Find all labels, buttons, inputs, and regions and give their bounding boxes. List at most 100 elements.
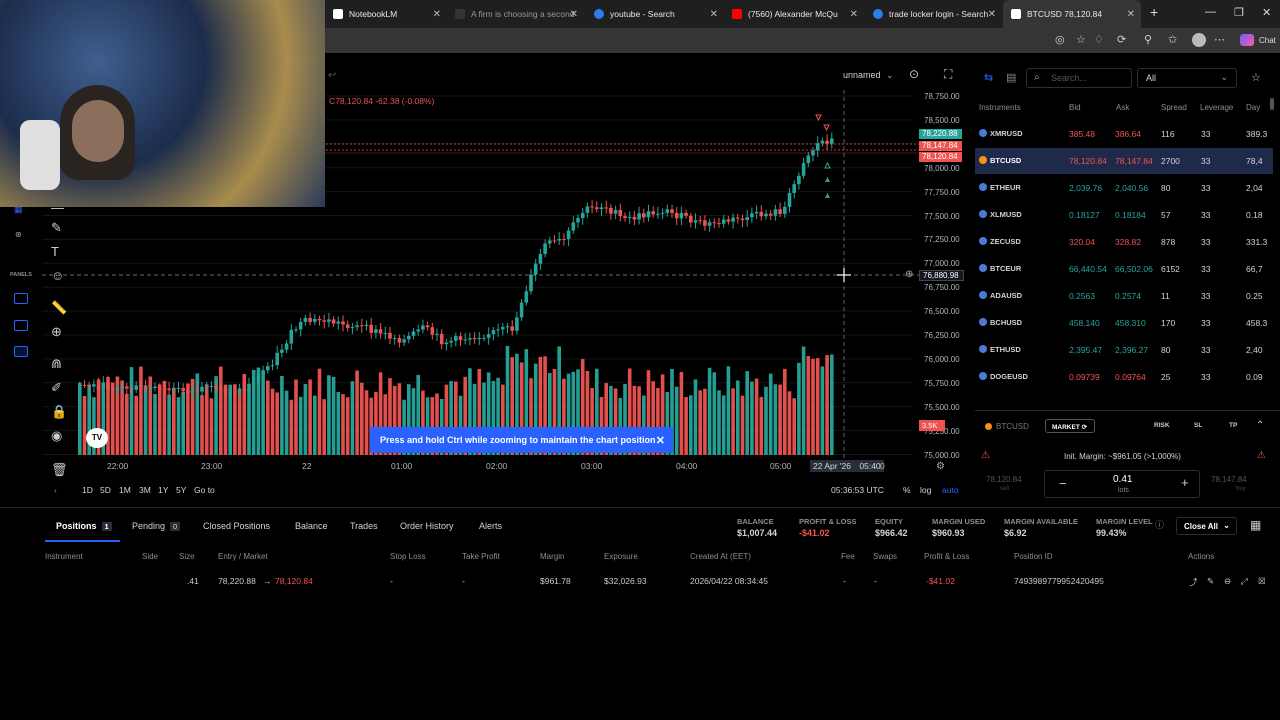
reader-icon[interactable]: ◎ (1055, 33, 1065, 46)
tab-youtube-search[interactable]: youtube - Search ✕ (586, 0, 724, 28)
close-icon[interactable]: ✕ (988, 9, 996, 20)
col-ask[interactable]: Ask (1116, 103, 1129, 112)
instrument-row[interactable]: ETHEUR 2,039.76 2,040.56 80 33 2,04 (975, 175, 1273, 201)
favorites-icon[interactable]: ✩ (1168, 33, 1177, 46)
refresh-icon[interactable]: ⟳ (1117, 33, 1126, 46)
column-header[interactable]: Actions (1188, 552, 1214, 561)
column-header[interactable]: Stop Loss (390, 552, 426, 561)
watchlist-tab-icon[interactable]: ▤ (1006, 71, 1016, 84)
tab-positions[interactable]: Positions 1 (56, 521, 112, 531)
tab-balance[interactable]: Balance (295, 521, 328, 531)
share-icon[interactable]: ⤴ (1189, 576, 1198, 588)
column-header[interactable]: Exposure (604, 552, 638, 561)
minimize-icon[interactable]: — (1205, 6, 1216, 18)
tab-youtube-video[interactable]: (7560) Alexander McQu ✕ (724, 0, 864, 28)
col-day[interactable]: Day (1246, 103, 1260, 112)
close-icon[interactable]: ✕ (570, 9, 578, 20)
close-all-button[interactable]: Close All ⌄ (1176, 517, 1237, 535)
col-leverage[interactable]: Leverage (1200, 103, 1233, 112)
close-icon[interactable]: ✕ (850, 9, 858, 20)
tab-notebooklm[interactable]: NotebookLM ✕ (325, 0, 447, 28)
pen-tool-icon[interactable]: ✎ (51, 220, 62, 236)
tradingview-logo[interactable]: TV (86, 428, 108, 448)
tab-alerts[interactable]: Alerts (479, 521, 502, 531)
buy-price[interactable]: 78,147.84 (1211, 475, 1247, 484)
plus-icon[interactable]: + (1181, 475, 1189, 490)
add-alert-icon[interactable]: ⊕ (905, 269, 913, 280)
column-header[interactable]: Position ID (1014, 552, 1053, 561)
fullscreen-icon[interactable]: ⛶ (944, 67, 952, 82)
col-instruments[interactable]: Instruments (979, 103, 1021, 112)
column-header[interactable]: Size (179, 552, 195, 561)
tab-closed-positions[interactable]: Closed Positions (203, 521, 270, 531)
chart-layout-name[interactable]: unnamed (843, 70, 881, 80)
avatar[interactable] (1192, 33, 1206, 47)
order-type-select[interactable]: MARKET ⟳ (1045, 419, 1095, 433)
zoom-in-icon[interactable]: ⊕ (51, 324, 62, 340)
range-1m[interactable]: 1M (119, 485, 131, 495)
ruler-tool-icon[interactable]: 📏 (51, 300, 67, 316)
chat-label[interactable]: Chat (1259, 36, 1276, 45)
log-scale-toggle[interactable]: log (920, 485, 931, 495)
instrument-row[interactable]: DOGEUSD 0.09739 0.09764 25 33 0.09 (975, 364, 1273, 390)
copilot-icon[interactable] (1240, 34, 1254, 46)
lots-value[interactable]: 0.41 (1113, 474, 1132, 485)
range-5y[interactable]: 5Y (176, 485, 186, 495)
column-header[interactable]: Entry / Market (218, 552, 268, 561)
lots-stepper[interactable]: − 0.41 lots + (1044, 470, 1200, 498)
instrument-row[interactable]: ZECUSD 320.04 328.82 878 33 331.3 (975, 229, 1273, 255)
scrollbar[interactable] (1270, 98, 1274, 110)
instrument-row[interactable]: BTCUSD 78,120.84 78,147.84 2700 33 78,4 (975, 148, 1273, 174)
tab-firm[interactable]: A firm is choosing a second ✕ (447, 0, 584, 28)
bell-icon[interactable]: ♢ (1094, 33, 1104, 46)
camera-icon[interactable]: ⊙ (909, 67, 919, 81)
panel-instruments-icon[interactable] (14, 320, 28, 331)
window-close-icon[interactable]: ✕ (1262, 6, 1271, 19)
star-icon[interactable]: ☆ (1076, 33, 1086, 46)
column-header[interactable]: Created At (EET) (690, 552, 751, 561)
tab-trades[interactable]: Trades (350, 521, 378, 531)
instrument-row[interactable]: XMRUSD 385.48 386.64 116 33 389.3 (975, 121, 1273, 147)
lock-icon[interactable]: 🔒 (51, 404, 67, 420)
column-header[interactable]: Take Profit (462, 552, 500, 561)
instrument-row[interactable]: ADAUSD 0.2563 0.2574 11 33 0.25 (975, 283, 1273, 309)
more-icon[interactable]: ⋯ (1214, 33, 1225, 46)
instrument-row[interactable]: BTCEUR 66,440.54 66,502.06 6152 33 66,7 (975, 256, 1273, 282)
col-spread[interactable]: Spread (1161, 103, 1187, 112)
tab-btcusd[interactable]: BTCUSD 78,120.84 ✕ (1003, 0, 1141, 28)
auto-scale-toggle[interactable]: auto (942, 485, 959, 495)
close-icon[interactable]: ✕ (1127, 9, 1135, 20)
panel-chart-icon[interactable] (14, 293, 28, 304)
magnet-icon[interactable]: ⋒ (51, 356, 62, 372)
tab-order-history[interactable]: Order History (400, 521, 454, 531)
star-icon[interactable]: ☆ (1251, 71, 1261, 84)
minus-icon[interactable]: − (1059, 476, 1067, 491)
panel-positions-icon[interactable] (14, 346, 28, 357)
edit-icon[interactable]: ✎ (1207, 576, 1214, 587)
percent-scale-toggle[interactable]: % (903, 485, 911, 495)
undo-icon[interactable]: ↩ (328, 70, 336, 81)
extensions-icon[interactable]: ⚲ (1144, 33, 1152, 46)
column-header[interactable]: Fee (841, 552, 855, 561)
grid-icon[interactable]: ▦ (1250, 518, 1261, 532)
instrument-row[interactable]: BCHUSD 458.140 458.310 170 33 458.3 (975, 310, 1273, 336)
range-1d[interactable]: 1D (82, 485, 93, 495)
close-icon[interactable]: ✕ (433, 9, 441, 20)
chevron-down-icon[interactable]: ⌄ (886, 70, 894, 81)
lock-drawing-icon[interactable]: ✐ (51, 380, 62, 396)
sell-price[interactable]: 78,120.84 (986, 475, 1022, 484)
tab-tradelocker-search[interactable]: trade locker login - Search ✕ (865, 0, 1002, 28)
range-5d[interactable]: 5D (100, 485, 111, 495)
expand-icon[interactable]: ⤢ (1241, 576, 1248, 587)
position-tp[interactable]: - (462, 576, 465, 586)
column-header[interactable]: Profit & Loss (924, 552, 969, 561)
go-to-date[interactable]: Go to (194, 485, 215, 495)
column-header[interactable]: Instrument (45, 552, 83, 561)
eye-icon[interactable]: ◉ (51, 428, 62, 444)
info-icon[interactable]: ⓘ (1155, 518, 1164, 531)
tab-pending[interactable]: Pending 0 (132, 521, 181, 531)
position-sl[interactable]: - (390, 576, 393, 586)
risk-button[interactable]: RISK (1154, 422, 1170, 429)
maximize-icon[interactable]: ❐ (1234, 6, 1244, 19)
col-bid[interactable]: Bid (1069, 103, 1081, 112)
